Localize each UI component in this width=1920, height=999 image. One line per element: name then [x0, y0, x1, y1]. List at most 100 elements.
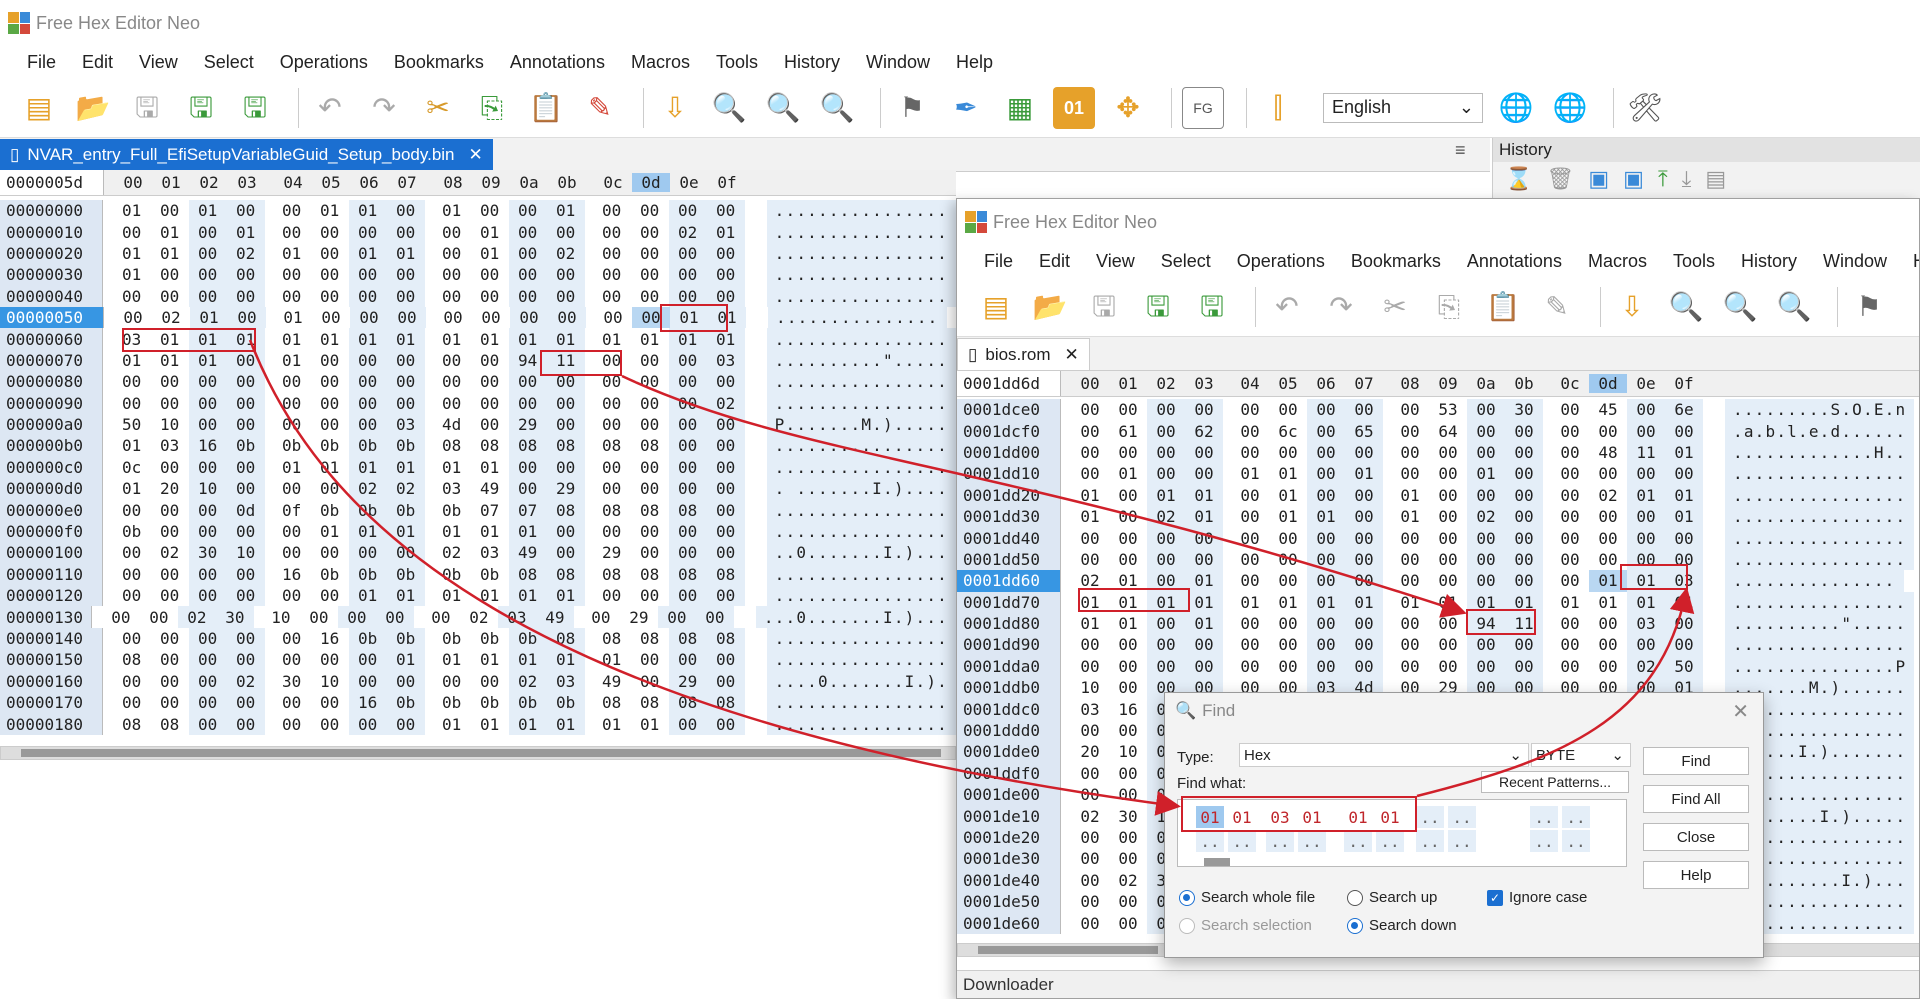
hex-byte[interactable]: 03 — [1071, 698, 1109, 719]
hex-byte[interactable]: 00 — [151, 671, 189, 692]
menu-item-bookmarks[interactable]: Bookmarks — [1338, 251, 1454, 272]
hex-byte[interactable]: 08 — [113, 649, 151, 670]
hex-byte[interactable]: 00 — [1071, 527, 1109, 548]
hex-byte[interactable]: 00 — [113, 221, 151, 242]
hex-byte[interactable]: 00 — [668, 371, 707, 393]
redo-icon[interactable]: ↷ — [1320, 286, 1362, 328]
hex-byte[interactable]: 00 — [1429, 613, 1467, 634]
hex-byte[interactable]: 01 — [1269, 485, 1307, 506]
hex-byte[interactable]: 03 — [706, 349, 745, 372]
hex-byte[interactable]: 00 — [1627, 548, 1665, 571]
hex-byte[interactable]: 01 — [1429, 592, 1467, 613]
search-up-radio[interactable]: Search up — [1347, 889, 1437, 906]
hex-byte[interactable]: 01 — [113, 243, 151, 264]
hex-byte[interactable]: 00 — [1551, 549, 1589, 570]
hex-byte[interactable]: 00 — [433, 393, 471, 414]
binary-icon[interactable]: 01 — [1053, 86, 1095, 129]
hex-byte[interactable]: 02 — [177, 606, 216, 628]
hex-byte[interactable]: 0b — [433, 499, 471, 520]
hex-byte[interactable]: 00 — [1345, 655, 1383, 678]
hex-byte[interactable]: 00 — [1551, 442, 1589, 463]
hex-byte[interactable]: 01 — [1269, 463, 1307, 484]
hex-byte[interactable]: 16 — [273, 564, 311, 585]
hex-byte[interactable]: 08 — [631, 628, 669, 649]
hex-byte[interactable]: 01 — [1505, 591, 1543, 613]
hex-byte[interactable]: 01 — [631, 713, 669, 734]
hex-byte[interactable]: 49 — [508, 542, 547, 564]
hex-byte[interactable]: 00 — [1307, 634, 1345, 656]
hex-byte[interactable]: 00 — [113, 542, 151, 563]
hex-byte[interactable]: 00 — [311, 243, 349, 264]
hex-byte[interactable]: 00 — [1071, 463, 1109, 484]
history-doc-icon[interactable]: ▤ — [1705, 166, 1726, 192]
hex-byte[interactable]: 08 — [668, 563, 707, 586]
hex-byte[interactable]: 00 — [1505, 548, 1543, 571]
hex-byte[interactable]: 00 — [1505, 570, 1543, 592]
menu-item-annotations[interactable]: Annotations — [497, 52, 618, 73]
hex-byte[interactable]: 00 — [1185, 527, 1223, 549]
hex-byte[interactable]: 01 — [1467, 591, 1505, 613]
hex-byte[interactable]: 01 — [113, 435, 151, 456]
hex-byte[interactable]: 00 — [114, 307, 152, 328]
hex-byte[interactable]: 01 — [311, 521, 349, 542]
paste-icon[interactable]: 📋 — [525, 87, 567, 129]
hex-byte[interactable]: 00 — [668, 413, 707, 436]
hex-byte[interactable]: 01 — [471, 243, 509, 264]
menu-item-help[interactable]: Help — [943, 52, 1006, 73]
settings-tools-icon[interactable]: 🛠 — [1624, 87, 1666, 129]
hex-byte[interactable]: 00 — [593, 457, 631, 478]
hex-byte[interactable]: 00 — [188, 691, 227, 714]
hex-byte[interactable]: 16 — [188, 435, 227, 457]
hex-byte[interactable]: 00 — [188, 221, 227, 243]
hex-byte[interactable]: 00 — [273, 393, 311, 414]
hex-row[interactable]: 00000040 00 00 00 00 00 00 00 00 00 00 00 00 00 00 00 00… — [0, 285, 956, 307]
hex-byte[interactable]: 01 — [151, 350, 189, 371]
hex-byte[interactable]: 01 — [1071, 613, 1109, 634]
close-icon[interactable]: ✕ — [469, 145, 483, 165]
hex-byte[interactable]: 01 — [1109, 613, 1147, 634]
find-prev-icon[interactable]: 🔍 — [762, 87, 804, 129]
find-all-button[interactable]: Find All — [1643, 785, 1749, 813]
hex-byte[interactable]: 00 — [1147, 420, 1185, 442]
hex-byte[interactable]: 08 — [151, 713, 189, 734]
trash-icon[interactable]: 🗑 — [1546, 166, 1574, 192]
menu-item-select[interactable]: Select — [191, 52, 267, 73]
hex-byte[interactable]: 00 — [226, 520, 265, 543]
hex-byte[interactable]: 00 — [1109, 442, 1147, 463]
hex-byte[interactable]: 01 — [1627, 591, 1665, 613]
hex-byte[interactable]: 00 — [706, 585, 745, 607]
hex-byte[interactable]: 00 — [631, 478, 669, 499]
hex-row[interactable]: 00000000 01 00 01 00 00 01 01 00 01 00 00 01 00 00 00 00… — [0, 200, 956, 222]
language-select[interactable]: English ⌄ — [1323, 92, 1483, 123]
hex-byte[interactable]: 02 — [508, 670, 547, 692]
hex-byte[interactable]: 94 — [1467, 612, 1505, 635]
menu-item-history[interactable]: History — [1728, 251, 1810, 272]
hex-byte[interactable]: 0b — [433, 692, 471, 713]
hex-byte[interactable]: 00 — [226, 478, 265, 500]
hex-byte[interactable]: 00 — [1109, 912, 1147, 933]
import-icon[interactable]: ⇩ — [654, 87, 696, 129]
hex-byte[interactable]: 08 — [546, 499, 585, 521]
hex-byte[interactable]: 02 — [1071, 805, 1109, 826]
hex-byte[interactable]: 00 — [188, 413, 227, 436]
hex-byte[interactable]: 08 — [706, 691, 745, 714]
hex-row[interactable]: 000000e0 00 00 00 0d 0f 0b 0b 0b 0b 07 07 08 08 08 08 00… — [0, 499, 956, 521]
hex-byte[interactable]: 00 — [1627, 399, 1665, 421]
hex-byte[interactable]: 29 — [620, 606, 658, 627]
hex-byte[interactable]: 00 — [386, 200, 425, 222]
hex-byte[interactable]: 00 — [188, 371, 227, 393]
hex-byte[interactable]: 01 — [546, 649, 585, 671]
hex-byte[interactable]: 00 — [1109, 549, 1147, 570]
hex-byte[interactable]: 00 — [1551, 420, 1589, 441]
hex-byte[interactable]: 00 — [706, 456, 745, 479]
hex-byte[interactable]: 00 — [386, 670, 425, 692]
menu-item-help[interactable]: Help — [1900, 251, 1919, 272]
hex-byte[interactable]: 0b — [386, 435, 425, 457]
hex-byte[interactable]: 01 — [151, 243, 189, 264]
hex-byte[interactable]: 00 — [668, 392, 707, 414]
hex-byte[interactable]: 00 — [1109, 848, 1147, 869]
hex-byte[interactable]: 08 — [508, 563, 547, 586]
hex-byte[interactable]: 00 — [1551, 634, 1589, 655]
menu-item-macros[interactable]: Macros — [1575, 251, 1660, 272]
hex-byte[interactable]: 00 — [434, 307, 472, 328]
